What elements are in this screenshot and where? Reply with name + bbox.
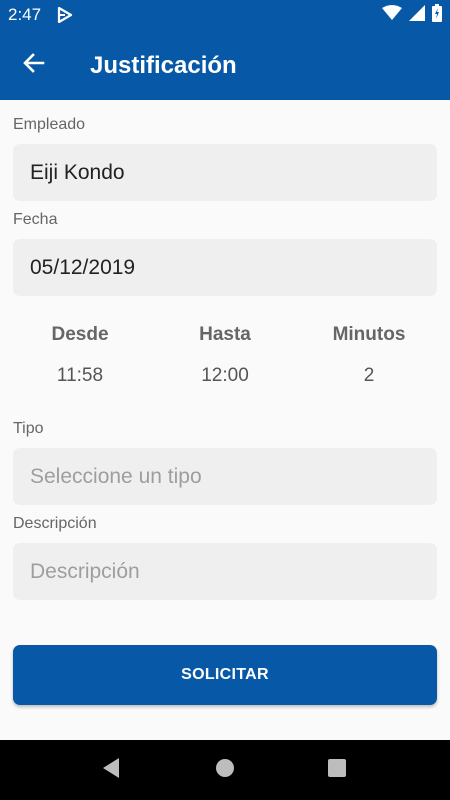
home-circle-icon — [215, 758, 235, 783]
app-bar: Justificación — [0, 30, 450, 100]
descripcion-input[interactable]: Descripción — [13, 543, 437, 600]
form: Empleado Eiji Kondo Fecha 05/12/2019 Des… — [0, 100, 450, 740]
time-summary: Desde 11:58 Hasta 12:00 Minutos 2 — [0, 324, 450, 394]
nav-back-button[interactable] — [98, 757, 124, 784]
empleado-label: Empleado — [13, 116, 86, 133]
hasta-value: 12:00 — [201, 365, 249, 386]
nav-recents-button[interactable] — [324, 758, 350, 782]
empleado-field[interactable]: Eiji Kondo — [13, 144, 437, 201]
back-button[interactable] — [16, 48, 52, 82]
status-time: 2:47 — [8, 5, 42, 24]
desde-label: Desde — [51, 324, 109, 345]
desde-value: 11:58 — [56, 365, 104, 386]
minutos-value: 2 — [363, 365, 375, 386]
back-triangle-icon — [101, 757, 121, 784]
tipo-select[interactable]: Seleccione un tipo — [13, 448, 437, 505]
status-bar: 2:47 — [0, 0, 450, 30]
arrow-back-icon — [22, 51, 46, 80]
minutos-column: Minutos 2 — [309, 324, 429, 387]
solicitar-button[interactable]: SOLICITAR — [13, 645, 437, 705]
fecha-label: Fecha — [13, 211, 58, 228]
notification-icon — [57, 6, 73, 24]
status-icons — [382, 3, 442, 27]
hasta-label: Hasta — [199, 324, 251, 345]
battery-icon — [432, 3, 442, 27]
minutos-label: Minutos — [332, 324, 406, 345]
nav-home-button[interactable] — [212, 758, 238, 782]
desde-column: Desde 11:58 — [20, 324, 140, 387]
system-nav-bar — [0, 740, 450, 800]
signal-icon — [409, 4, 425, 26]
wifi-icon — [382, 4, 402, 26]
fecha-field[interactable]: 05/12/2019 — [13, 239, 437, 296]
descripcion-label: Descripción — [13, 515, 97, 532]
hasta-column: Hasta 12:00 — [165, 324, 285, 387]
tipo-label: Tipo — [13, 420, 44, 437]
page-title: Justificación — [90, 52, 237, 79]
recents-square-icon — [327, 758, 347, 783]
